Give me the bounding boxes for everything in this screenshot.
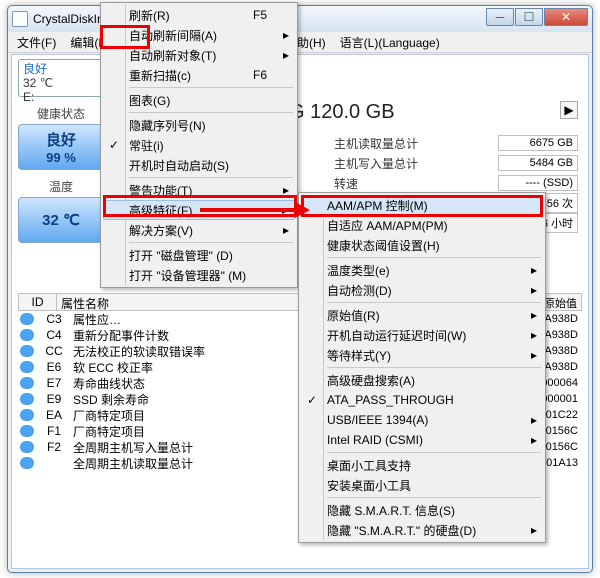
status-dot-icon	[20, 329, 34, 341]
smi-hidesmart[interactable]: 隐藏 S.M.A.R.T. 信息(S)	[301, 500, 543, 520]
chevron-right-icon: ▸	[531, 348, 537, 362]
stat-total-read: 6675 GB	[498, 135, 578, 151]
status-dot-icon	[20, 409, 34, 421]
stat-rpm: ---- (SSD)	[498, 175, 578, 191]
function-menu: 刷新(R)F5 自动刷新间隔(A)▸ 自动刷新对象(T)▸ 重新扫描(c)F6 …	[100, 2, 298, 288]
smi-installgadget[interactable]: 安装桌面小工具	[301, 475, 543, 495]
health-label: 健康状态	[18, 105, 104, 122]
smi-autoaam[interactable]: 自适应 AAM/APM(PM)	[301, 215, 543, 235]
smi-aam[interactable]: AAM/APM 控制(M)	[301, 195, 543, 215]
temp-label: 温度	[18, 178, 104, 195]
disk-tab-temp: 32 ℃	[23, 76, 99, 90]
smi-hidedisk[interactable]: 隐藏 "S.M.A.R.T." 的硬盘(D)▸	[301, 520, 543, 540]
smi-advsearch[interactable]: 高级硬盘搜索(A)	[301, 370, 543, 390]
status-dot-icon	[20, 345, 34, 357]
check-icon: ✓	[307, 393, 317, 407]
status-dot-icon	[20, 393, 34, 405]
maximize-button[interactable]: ☐	[515, 8, 543, 26]
chevron-right-icon: ▸	[282, 203, 288, 217]
smi-delaystart[interactable]: 开机自动运行延迟时间(W)▸	[301, 325, 543, 345]
smi-usb[interactable]: USB/IEEE 1394(A)▸	[301, 410, 543, 430]
chevron-right-icon: ▸	[283, 28, 289, 42]
mi-advanced[interactable]: 高级特征(F)▸	[103, 200, 295, 220]
next-disk-button[interactable]: ▶	[560, 101, 578, 119]
window-titlebar[interactable]: CrystalDiskInfo ─ ☐ ✕	[8, 6, 592, 32]
disk-tab-drive: E:	[23, 90, 99, 104]
mi-resident[interactable]: ✓常驻(i)	[103, 135, 295, 155]
chevron-right-icon: ▸	[531, 308, 537, 322]
chevron-right-icon: ▸	[531, 328, 537, 342]
mi-auto-target[interactable]: 自动刷新对象(T)▸	[103, 45, 295, 65]
chevron-right-icon: ▸	[283, 183, 289, 197]
mi-auto-interval[interactable]: 自动刷新间隔(A)▸	[103, 25, 295, 45]
mi-startup[interactable]: 开机时自动启动(S)	[103, 155, 295, 175]
mi-tips[interactable]: 解决方案(V)▸	[103, 220, 295, 240]
mi-alert[interactable]: 警告功能(T)▸	[103, 180, 295, 200]
smi-atapass[interactable]: ✓ATA_PASS_THROUGH	[301, 390, 543, 410]
disk-tab[interactable]: 良好 32 ℃ E:	[18, 59, 104, 97]
health-gauge: 良好 99 %	[18, 124, 104, 170]
menubar: 文件(F) 编辑(E) 功能(u) 主题(T) 硬盘(D) 帮助(H) 语言(L…	[8, 32, 592, 53]
chevron-right-icon: ▸	[531, 283, 537, 297]
check-icon: ✓	[109, 138, 119, 152]
smi-intel[interactable]: Intel RAID (CSMI)▸	[301, 430, 543, 450]
mi-devmgr[interactable]: 打开 "设备管理器" (M)	[103, 265, 295, 285]
smi-waitstyle[interactable]: 等待样式(Y)▸	[301, 345, 543, 365]
mi-diskmgr[interactable]: 打开 "磁盘管理" (D)	[103, 245, 295, 265]
advanced-submenu: AAM/APM 控制(M) 自适应 AAM/APM(PM) 健康状态阈值设置(H…	[298, 192, 546, 543]
menu-file[interactable]: 文件(F)	[10, 32, 63, 53]
mi-refresh[interactable]: 刷新(R)F5	[103, 5, 295, 25]
mi-graph[interactable]: 图表(G)	[103, 90, 295, 110]
chevron-right-icon: ▸	[531, 413, 537, 427]
status-dot-icon	[20, 441, 34, 453]
disk-tab-status: 良好	[23, 62, 99, 76]
minimize-button[interactable]: ─	[486, 8, 514, 26]
smi-raw[interactable]: 原始值(R)▸	[301, 305, 543, 325]
mi-hide-serial[interactable]: 隐藏序列号(N)	[103, 115, 295, 135]
smi-healthset[interactable]: 健康状态阈值设置(H)	[301, 235, 543, 255]
chevron-right-icon: ▸	[531, 523, 537, 537]
mi-rescan[interactable]: 重新扫描(c)F6	[103, 65, 295, 85]
status-dot-icon	[20, 425, 34, 437]
status-dot-icon	[20, 377, 34, 389]
stat-total-write: 5484 GB	[498, 155, 578, 171]
chevron-right-icon: ▸	[283, 223, 289, 237]
close-button[interactable]: ✕	[544, 8, 588, 26]
app-icon	[12, 11, 28, 27]
temp-gauge: 32 ℃	[18, 197, 104, 243]
status-dot-icon	[20, 457, 34, 469]
menu-language[interactable]: 语言(L)(Language)	[333, 32, 447, 53]
chevron-right-icon: ▸	[531, 433, 537, 447]
smi-autodetect[interactable]: 自动检测(D)▸	[301, 280, 543, 300]
smi-temptype[interactable]: 温度类型(e)▸	[301, 260, 543, 280]
status-dot-icon	[20, 361, 34, 373]
smi-gadget[interactable]: 桌面小工具支持	[301, 455, 543, 475]
chevron-right-icon: ▸	[531, 263, 537, 277]
status-dot-icon	[20, 313, 34, 325]
chevron-right-icon: ▸	[283, 48, 289, 62]
col-id[interactable]: ID	[19, 294, 57, 310]
